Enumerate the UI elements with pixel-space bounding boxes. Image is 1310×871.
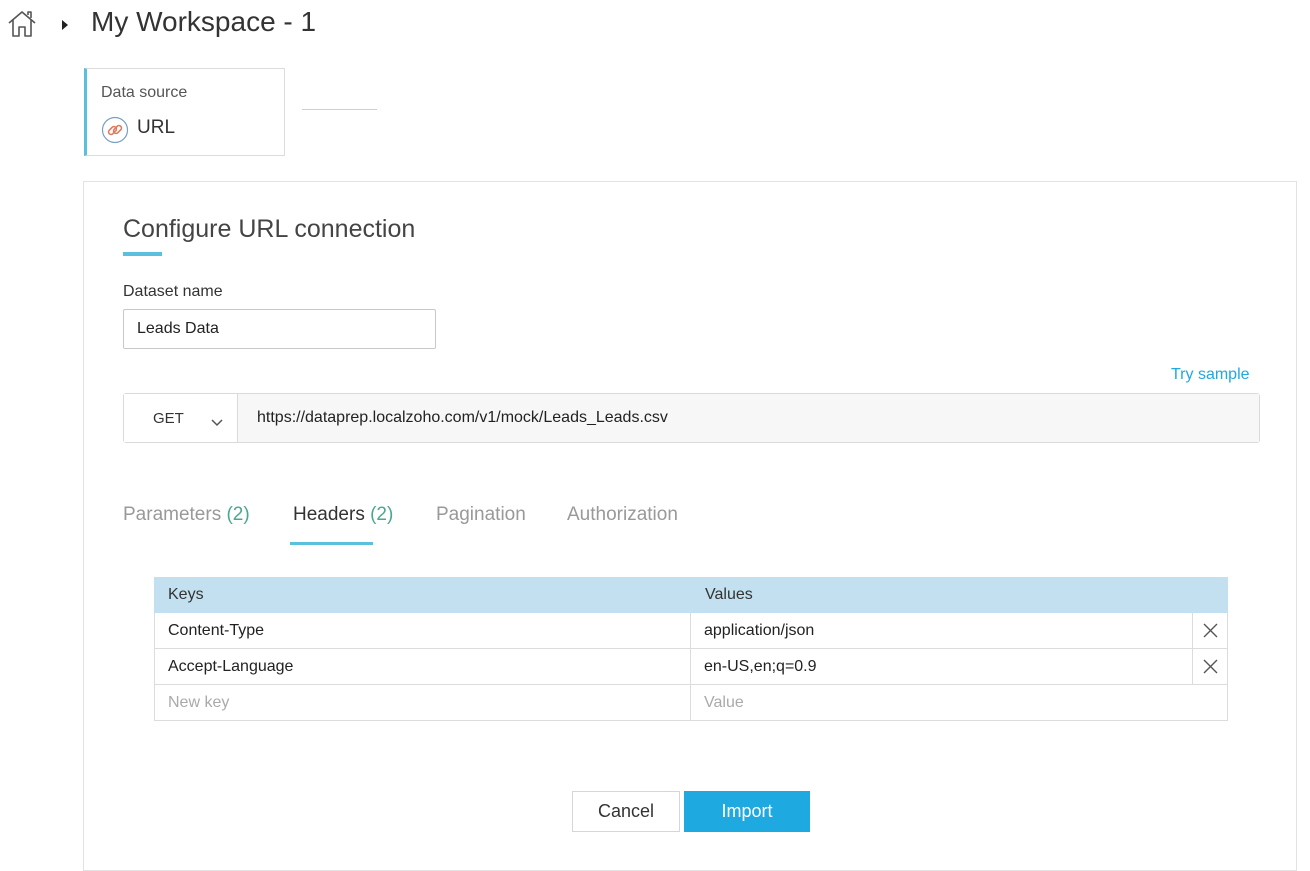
table-row [154, 649, 1228, 685]
dataset-name-input[interactable] [123, 309, 436, 349]
data-source-card[interactable]: Data source URL [84, 68, 285, 156]
header-value-input[interactable] [691, 613, 1192, 648]
header-key-input[interactable] [155, 613, 691, 648]
close-icon [1203, 659, 1218, 674]
workspace-title[interactable]: My Workspace - 1 [91, 6, 316, 38]
tab-label: Pagination [436, 504, 526, 525]
try-sample-link[interactable]: Try sample [1171, 366, 1250, 384]
close-icon [1203, 623, 1218, 638]
tab-label: Authorization [567, 504, 678, 525]
new-value-input[interactable] [691, 685, 1227, 720]
header-key-input[interactable] [155, 649, 691, 684]
tab-label: Headers [293, 504, 365, 525]
delete-row-button[interactable] [1192, 649, 1227, 684]
dataset-name-label: Dataset name [123, 283, 223, 300]
header-value-input[interactable] [691, 649, 1192, 684]
column-header-values: Values [705, 586, 753, 603]
active-tab-underline [290, 542, 373, 545]
breadcrumb-caret-icon [60, 18, 70, 30]
tab-pagination[interactable]: Pagination [436, 504, 526, 526]
title-underline [123, 252, 162, 256]
http-method-select[interactable]: GET [124, 394, 238, 442]
chevron-down-icon [211, 414, 223, 427]
table-row-new [154, 685, 1228, 721]
data-source-label: Data source [101, 84, 188, 101]
delete-row-button[interactable] [1192, 613, 1227, 648]
headers-table: Keys Values [154, 577, 1228, 721]
tab-headers[interactable]: Headers (2) [293, 504, 393, 526]
tab-label: Parameters [123, 504, 222, 525]
new-key-input[interactable] [155, 685, 691, 720]
tab-count: (2) [226, 504, 250, 525]
import-button[interactable]: Import [684, 791, 810, 832]
cancel-button[interactable]: Cancel [572, 791, 680, 832]
table-header: Keys Values [154, 577, 1228, 613]
top-bar: My Workspace - 1 [0, 0, 1310, 52]
table-row [154, 613, 1228, 649]
step-connector [302, 109, 377, 110]
tab-bar: Parameters (2) Headers (2) Pagination Au… [123, 500, 823, 546]
column-header-keys: Keys [168, 586, 204, 603]
link-icon [101, 116, 129, 144]
home-icon[interactable] [6, 8, 38, 40]
panel-title: Configure URL connection [123, 215, 416, 243]
tab-authorization[interactable]: Authorization [567, 504, 678, 526]
url-input[interactable] [238, 394, 1259, 442]
http-method-value: GET [153, 410, 184, 427]
data-source-value: URL [137, 117, 176, 138]
configure-panel: Configure URL connection Dataset name Tr… [83, 181, 1297, 871]
tab-parameters[interactable]: Parameters (2) [123, 504, 250, 526]
tab-count: (2) [370, 504, 394, 525]
url-row: GET [123, 393, 1260, 443]
